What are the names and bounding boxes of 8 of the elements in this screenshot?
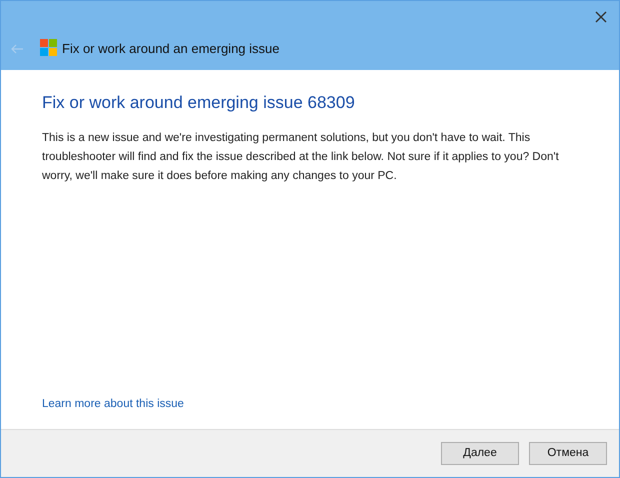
cancel-button[interactable]: Отмена: [529, 442, 607, 465]
description-text: This is a new issue and we're investigating permanent solutions, but you don't have to wait. This troubleshooter will find and fix the issue described at the link below. Not sure if it applies to you? Don't worry, we'll make sure it does before making any changes to your PC.: [42, 130, 560, 184]
page-heading: Fix or work around emerging issue 68309: [42, 92, 356, 114]
close-icon[interactable]: [595, 11, 607, 23]
learn-more-link[interactable]: Learn more about this issue: [42, 396, 578, 413]
app-logo-icon: [40, 39, 57, 56]
window-title: Fix or work around an emerging issue: [62, 40, 280, 58]
next-button[interactable]: Далее: [441, 442, 519, 465]
